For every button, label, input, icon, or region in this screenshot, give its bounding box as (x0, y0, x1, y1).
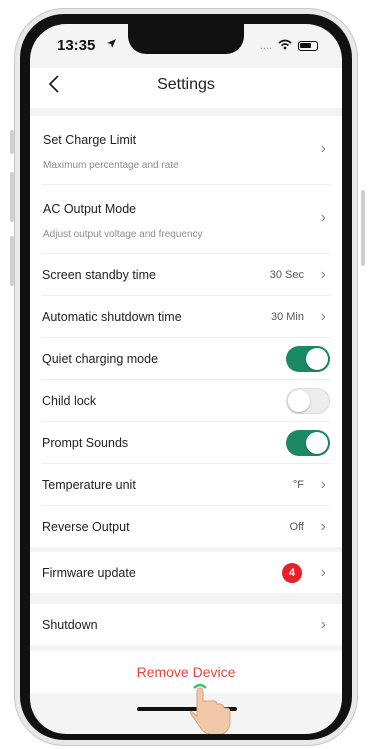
toggle-knob (306, 347, 328, 370)
location-arrow-icon (106, 38, 117, 52)
phone-screen: 13:35 .... Settings Set Charge Limit Max… (30, 24, 342, 734)
screen-standby-row[interactable]: Screen standby time 30 Sec › (42, 254, 330, 296)
chevron-right-icon: › (320, 517, 326, 535)
auto-shutdown-row[interactable]: Automatic shutdown time 30 Min › (42, 296, 330, 338)
wifi-icon (278, 39, 292, 53)
child-lock-toggle[interactable] (286, 387, 330, 414)
charge-limit-row[interactable]: Set Charge Limit Maximum percentage and … (42, 116, 330, 185)
auto-shutdown-value: 30 Min (270, 310, 304, 323)
toggle-knob (288, 389, 310, 412)
remove-device-button[interactable]: Remove Device (30, 651, 342, 693)
phone-power-button (361, 190, 365, 266)
settings-group-main: Set Charge Limit Maximum percentage and … (30, 116, 342, 547)
screen-standby-value: 30 Sec (269, 268, 304, 281)
shutdown-row[interactable]: Shutdown › (42, 604, 330, 645)
screen-standby-label: Screen standby time (42, 267, 156, 282)
reverse-output-row[interactable]: Reverse Output Off › (42, 506, 330, 547)
phone-volume-down-button (10, 236, 14, 286)
chevron-right-icon: › (320, 615, 326, 633)
toggle-knob (306, 431, 328, 454)
phone-volume-up-button (10, 172, 14, 222)
temperature-unit-label: Temperature unit (42, 477, 136, 492)
settings-group-firmware: Firmware update 4 › (30, 552, 342, 593)
status-icons: .... (260, 39, 318, 53)
prompt-sounds-toggle[interactable] (286, 429, 330, 456)
chevron-right-icon: › (320, 475, 326, 493)
ac-output-row[interactable]: AC Output Mode Adjust output voltage and… (42, 185, 330, 254)
quiet-charging-toggle[interactable] (286, 345, 330, 372)
battery-icon (298, 41, 318, 51)
chevron-right-icon: › (320, 209, 326, 226)
prompt-sounds-label: Prompt Sounds (42, 435, 129, 450)
firmware-update-row[interactable]: Firmware update 4 › (42, 552, 330, 593)
chevron-right-icon: › (320, 563, 326, 581)
notification-badge: 4 (282, 562, 302, 583)
app-header: Settings (30, 68, 342, 108)
reverse-output-label: Reverse Output (42, 519, 130, 534)
charge-limit-subtitle: Maximum percentage and rate (43, 160, 179, 171)
auto-shutdown-label: Automatic shutdown time (42, 309, 182, 324)
reverse-output-value: Off (289, 520, 304, 533)
prompt-sounds-row: Prompt Sounds (42, 422, 330, 464)
status-time: 13:35 (57, 37, 96, 54)
settings-group-shutdown: Shutdown › (30, 604, 342, 645)
phone-notch (128, 24, 244, 54)
shutdown-label: Shutdown (42, 617, 98, 632)
firmware-update-label: Firmware update (42, 565, 136, 580)
phone-mute-switch (10, 130, 14, 154)
ac-output-subtitle: Adjust output voltage and frequency (43, 229, 203, 240)
child-lock-row: Child lock (42, 380, 330, 422)
charge-limit-label: Set Charge Limit (43, 133, 137, 147)
signal-dots: .... (259, 40, 272, 52)
temperature-unit-value: °F (292, 478, 304, 491)
chevron-right-icon: › (320, 140, 326, 157)
child-lock-label: Child lock (42, 393, 97, 408)
quiet-charging-label: Quiet charging mode (42, 351, 159, 366)
ac-output-label: AC Output Mode (43, 202, 137, 216)
page-title: Settings (157, 76, 215, 93)
chevron-right-icon: › (320, 265, 326, 283)
chevron-right-icon: › (320, 307, 326, 325)
quiet-charging-row: Quiet charging mode (42, 338, 330, 380)
temperature-unit-row[interactable]: Temperature unit °F › (42, 464, 330, 506)
tap-hand-icon (188, 680, 236, 734)
